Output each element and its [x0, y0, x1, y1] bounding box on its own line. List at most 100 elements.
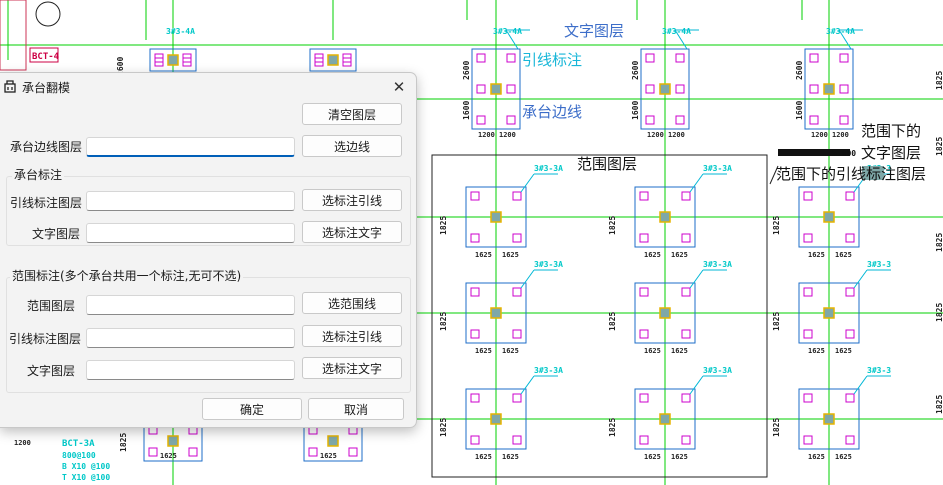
cap-mark-group-title: 承台标注 — [12, 167, 65, 183]
top-dim-1600-0: 1600 — [462, 101, 471, 120]
cap-edge-layer-label: 承台边线图层 — [10, 140, 83, 154]
grid-dim-h2-2: 1625 — [835, 251, 852, 259]
bottom-cap-1-pile-2 — [308, 447, 318, 457]
grid-cap-1-2-pile-3 — [845, 329, 855, 339]
grid-leader-1 — [689, 173, 704, 193]
select-edge-button[interactable]: 选边线 — [302, 135, 402, 157]
grid-cap-1-0-pile-0 — [470, 287, 480, 297]
text-layer-input[interactable] — [86, 223, 295, 243]
grid-dim-v-5: 1825 — [772, 312, 781, 331]
grid-cap-0-2-pile-3 — [845, 233, 855, 243]
top-dim-w1-1: 1200 — [647, 131, 664, 139]
range-leader-layer-input[interactable] — [86, 328, 295, 348]
grid-cap-2-0-pile-1 — [512, 393, 522, 403]
left-tag: BCT-4 — [32, 52, 60, 62]
dialog-titlebar[interactable]: 承台翻模 ✕ — [0, 73, 416, 101]
top-dim-w2-0: 1200 — [499, 131, 516, 139]
top-dim-1600-1: 1600 — [631, 101, 640, 120]
range-layer-input[interactable] — [86, 295, 295, 315]
cap-edge-layer-input[interactable] — [86, 137, 295, 157]
top-cap-1-pile-1 — [675, 53, 685, 63]
top-cap-2-pile-5 — [839, 84, 849, 94]
top-cap-1-pile-5 — [675, 84, 685, 94]
range-leader-layer-label: 引线标注图层 — [9, 332, 82, 346]
close-button[interactable]: ✕ — [388, 76, 410, 98]
grid-cap-2-0-center — [490, 413, 502, 425]
grid-cap-0-2-pile-2 — [803, 233, 813, 243]
grid-cap-1-0-center — [490, 307, 502, 319]
ok-button[interactable]: 确定 — [202, 398, 302, 420]
range-select-leader-button[interactable]: 选标注引线 — [302, 325, 402, 347]
left-top-cap-0-center — [167, 54, 179, 66]
grid-cap-0-2-pile-0 — [803, 191, 813, 201]
annotation-range-text-layer-1: 范围下的 — [861, 122, 922, 140]
grid-dim-h2-8: 1625 — [835, 453, 852, 461]
grid-dim-h2-0: 1625 — [502, 251, 519, 259]
grid-leader-6 — [520, 375, 535, 395]
bottom-tag-3: T X10 @100 — [62, 473, 110, 482]
grid-cap-1-1-pile-3 — [681, 329, 691, 339]
grid-cap-2-2-pile-3 — [845, 435, 855, 445]
grid-leader-8 — [853, 375, 868, 395]
grid-dim-h2-5: 1625 — [835, 347, 852, 355]
grid-dim-v-2: 1825 — [772, 216, 781, 235]
grid-cap-2-1-pile-2 — [639, 435, 649, 445]
grid-cap-1-2-pile-0 — [803, 287, 813, 297]
top-cap-0-pile-0 — [476, 53, 486, 63]
top-cap-0-pile-3 — [506, 115, 516, 125]
select-text-button[interactable]: 选标注文字 — [302, 221, 402, 243]
right-dim-1: 1825 — [935, 137, 943, 156]
grid-cap-2-0-pile-2 — [470, 435, 480, 445]
grid-leader-7 — [689, 375, 704, 395]
left-top-cap-1-center — [327, 54, 339, 66]
grid-cap-0-1-pile-1 — [681, 191, 691, 201]
right-dim-3: 1825 — [935, 303, 943, 322]
grid-tag-7: 3#3-3A — [703, 366, 732, 375]
leader-layer-label: 引线标注图层 — [10, 196, 83, 210]
grid-cap-1-0-pile-3 — [512, 329, 522, 339]
top-tag-0: 3#3-4A — [493, 27, 522, 36]
top-cap-2-pile-4 — [809, 84, 819, 94]
grid-dim-v-4: 1825 — [608, 312, 617, 331]
select-leader-button[interactable]: 选标注引线 — [302, 189, 402, 211]
grid-dim-h1-8: 1625 — [808, 453, 825, 461]
top-cap-1-pile-3 — [675, 115, 685, 125]
bottom-cap-1-center — [327, 435, 339, 447]
grid-leader-4 — [689, 269, 704, 289]
cancel-button[interactable]: 取消 — [308, 398, 404, 420]
grid-cap-1-2-pile-1 — [845, 287, 855, 297]
clear-layer-button[interactable]: 清空图层 — [302, 103, 402, 125]
range-select-text-button[interactable]: 选标注文字 — [302, 357, 402, 379]
top-cap-0-pile-2 — [476, 115, 486, 125]
select-range-button[interactable]: 选范围线 — [302, 292, 402, 314]
grid-dim-v-0: 1825 — [439, 216, 448, 235]
grid-cap-0-0-center — [490, 211, 502, 223]
top-cap-2-center — [823, 83, 835, 95]
leader-layer-input[interactable] — [86, 191, 295, 211]
bottom-cap-0-center — [167, 435, 179, 447]
grid-cap-1-1-pile-2 — [639, 329, 649, 339]
grid-dim-h2-4: 1625 — [671, 347, 688, 355]
grid-dim-h1-2: 1625 — [808, 251, 825, 259]
grid-dim-h1-4: 1625 — [644, 347, 661, 355]
range-text-layer-input[interactable] — [86, 360, 295, 380]
grid-cap-0-1-pile-2 — [639, 233, 649, 243]
grid-dim-h2-3: 1625 — [502, 347, 519, 355]
grid-cap-0-1-center — [659, 211, 671, 223]
left-frame — [0, 0, 27, 71]
grid-cap-2-1-pile-1 — [681, 393, 691, 403]
top-cap-1-center — [659, 83, 671, 95]
grid-cap-1-1-center — [659, 307, 671, 319]
grid-cap-0-2-center — [823, 211, 835, 223]
grid-cap-2-1-pile-3 — [681, 435, 691, 445]
top-tag-1: 3#3-4A — [662, 27, 691, 36]
grid-dim-v-8: 1825 — [772, 418, 781, 437]
grid-dim-v-1: 1825 — [608, 216, 617, 235]
grid-tag-6: 3#3-3A — [534, 366, 563, 375]
grid-cap-1-1-pile-0 — [639, 287, 649, 297]
top-cap-0-pile-5 — [506, 84, 516, 94]
top-cap-0-pile-4 — [476, 84, 486, 94]
top-cap-1-pile-0 — [645, 53, 655, 63]
top-dim-2600-0: 2600 — [462, 61, 471, 80]
bottom-dim-1: 1625 — [320, 452, 337, 460]
